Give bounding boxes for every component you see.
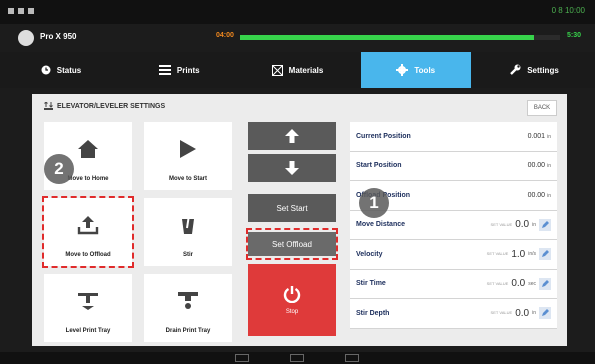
highlight-move-to-offload [42, 196, 134, 268]
play-icon [180, 140, 196, 158]
print-progress-fill [240, 35, 535, 40]
stir-time-row: Stir Time SET VALUE 0.0 sec [350, 269, 557, 299]
main-tabs: Status Prints Materials Tools Settings [0, 52, 595, 88]
tab-label: Tools [414, 65, 436, 75]
current-position-row: Current Position 0.001 in [350, 122, 557, 152]
edit-stir-depth-button[interactable] [539, 307, 551, 320]
start-position-value: 00.00 [527, 162, 546, 170]
velocity-row: Velocity SET VALUE 1.0 in/s [350, 240, 557, 270]
arrow-up-icon [285, 129, 299, 143]
elevator-properties: Current Position 0.001 in Start Position … [350, 122, 557, 329]
drain-icon [178, 292, 198, 309]
printer-avatar-icon [18, 30, 34, 46]
materials-icon [271, 64, 283, 76]
pencil-icon [542, 309, 549, 317]
move-to-start-button[interactable]: Move to Start [144, 122, 232, 190]
remaining-time: 5:30 [566, 32, 581, 39]
tab-materials[interactable]: Materials [243, 52, 353, 88]
elevator-leveler-panel: ELEVATOR/LEVELER SETTINGS BACK Move to H… [32, 94, 567, 346]
tab-label: Settings [527, 65, 559, 75]
elevator-icon [44, 102, 53, 110]
list-icon [158, 65, 171, 75]
start-position-row: Start Position 00.00 in [350, 151, 557, 181]
notification-icon [18, 8, 24, 14]
notification-icon [8, 8, 14, 14]
notification-icons [8, 8, 34, 14]
system-status-bar: 0 8 10:00 [0, 0, 595, 24]
stir-icon [182, 215, 194, 234]
clock-icon [41, 65, 51, 75]
tab-tools[interactable]: Tools [360, 52, 471, 88]
recents-nav-icon[interactable] [345, 354, 359, 362]
move-distance-value[interactable]: 0.0 [515, 219, 529, 230]
callout-step-1: 1 [359, 188, 389, 218]
stop-button[interactable]: Stop [248, 264, 336, 336]
move-down-button[interactable] [248, 154, 336, 182]
app-window: 0 8 10:00 Pro X 950 04:00 5:30 Status Pr… [0, 0, 595, 364]
tab-status[interactable]: Status [6, 52, 116, 88]
stir-depth-value[interactable]: 0.0 [515, 308, 529, 319]
stir-time-value[interactable]: 0.0 [511, 278, 525, 289]
tab-label: Status [56, 65, 82, 75]
tab-label: Materials [288, 65, 324, 75]
home-icon [78, 140, 98, 158]
power-icon [283, 286, 301, 303]
system-nav-bar [0, 352, 595, 364]
wrench-icon [510, 64, 521, 75]
gear-icon [396, 64, 409, 76]
edit-velocity-button[interactable] [539, 248, 551, 261]
page-title-text: ELEVATOR/LEVELER SETTINGS [57, 102, 166, 110]
page-title: ELEVATOR/LEVELER SETTINGS [44, 102, 165, 110]
home-nav-icon[interactable] [290, 354, 304, 362]
highlight-set-offload [246, 228, 338, 260]
velocity-value[interactable]: 1.0 [511, 249, 525, 260]
tab-prints[interactable]: Prints [124, 52, 234, 88]
device-name: Pro X 950 [40, 32, 77, 41]
app-header: Pro X 950 04:00 5:30 [0, 24, 595, 52]
current-position-value: 0.001 [527, 132, 546, 140]
tab-label: Prints [176, 65, 200, 75]
stir-depth-row: Stir Depth SET VALUE 0.0 in [350, 299, 557, 329]
set-start-button[interactable]: Set Start [248, 194, 336, 222]
level-tray-icon [78, 293, 98, 310]
offload-position-value: 00.00 [527, 191, 546, 199]
stir-button[interactable]: Stir [144, 198, 232, 266]
tab-settings[interactable]: Settings [479, 52, 589, 88]
pencil-icon [542, 279, 549, 287]
callout-step-2: 2 [44, 154, 74, 184]
back-nav-icon[interactable] [235, 354, 249, 362]
system-clock: 0 8 10:00 [551, 6, 585, 15]
level-print-tray-button[interactable]: Level Print Tray [44, 274, 132, 342]
edit-stir-time-button[interactable] [539, 277, 551, 290]
drain-print-tray-button[interactable]: Drain Print Tray [144, 274, 232, 342]
move-up-button[interactable] [248, 122, 336, 150]
elapsed-time: 04:00 [216, 32, 234, 39]
notification-icon [28, 8, 34, 14]
back-button[interactable]: BACK [527, 100, 557, 116]
arrow-down-icon [285, 161, 299, 175]
print-progress-bar [240, 35, 560, 40]
pencil-icon [542, 220, 549, 228]
pencil-icon [542, 250, 549, 258]
edit-move-distance-button[interactable] [539, 218, 551, 231]
